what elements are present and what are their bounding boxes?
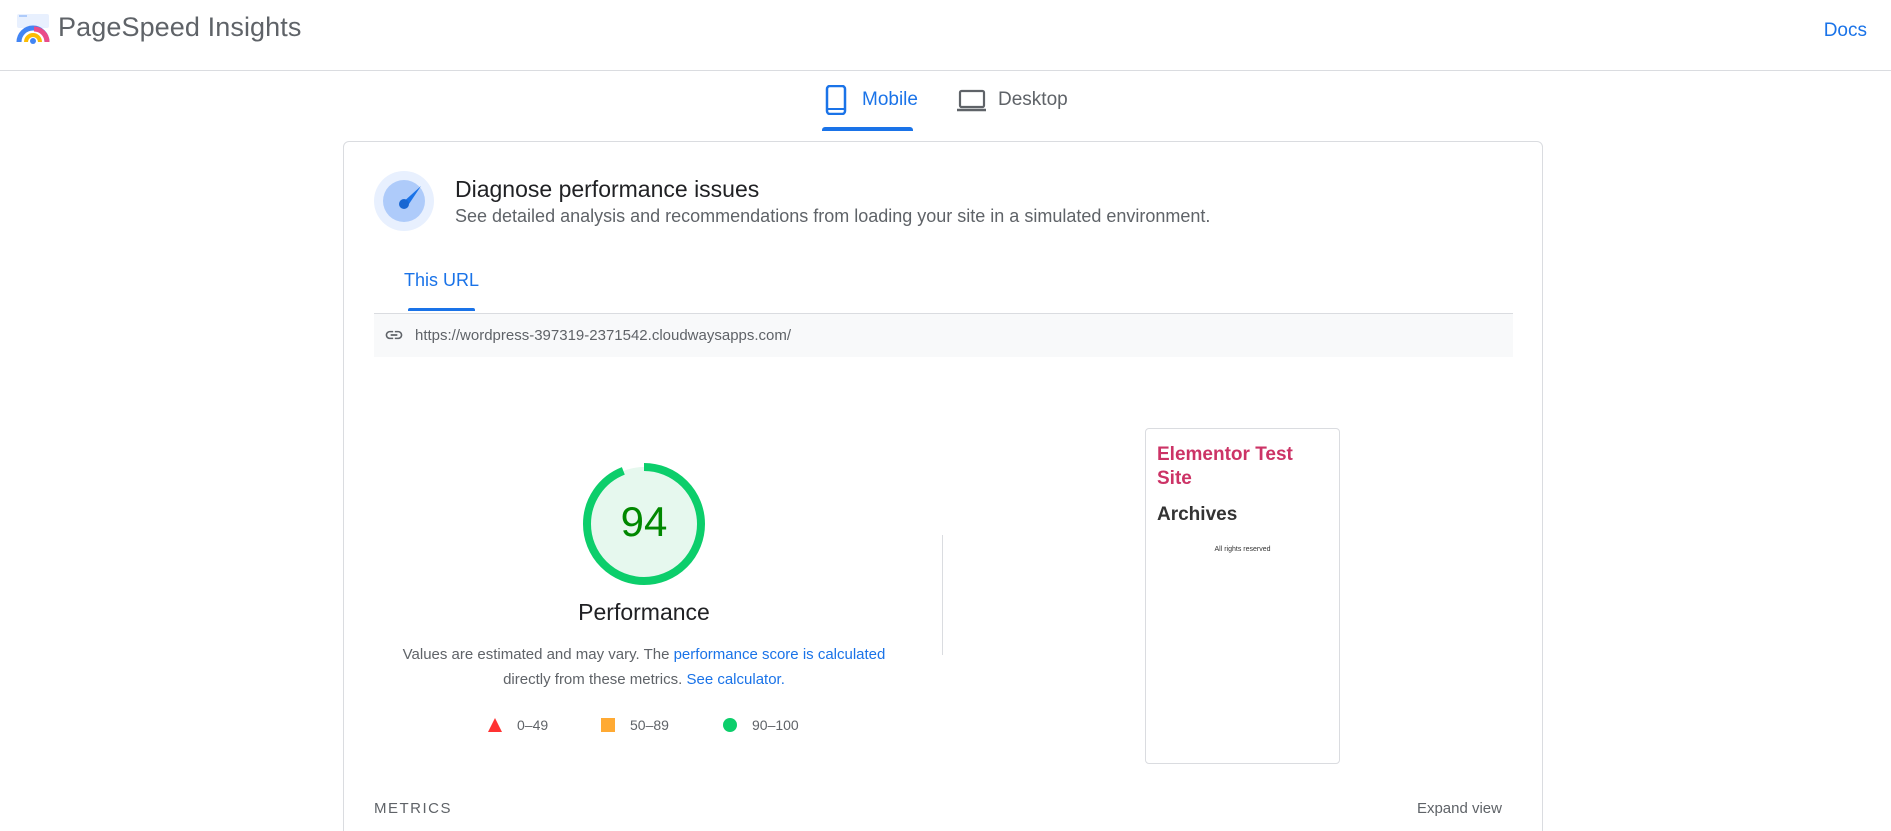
square-icon xyxy=(601,718,615,732)
analyzed-url: https://wordpress-397319-2371542.cloudwa… xyxy=(415,327,792,344)
legend-fail-range: 0–49 xyxy=(517,717,549,733)
link-icon xyxy=(385,330,403,340)
see-calculator-link[interactable]: See calculator. xyxy=(686,671,784,688)
diagnose-card: Diagnose performance issues See detailed… xyxy=(343,141,1543,831)
tab-desktop-label: Desktop xyxy=(998,89,1068,110)
performance-score: 94 xyxy=(620,498,668,545)
tab-mobile-label: Mobile xyxy=(862,89,918,110)
thumbnail-footer: All rights reserved xyxy=(1214,546,1271,553)
circle-icon xyxy=(723,718,737,732)
device-tabs: Mobile Desktop xyxy=(0,71,1891,131)
expand-view-button[interactable]: Expand view xyxy=(1417,800,1502,817)
performance-description: Values are estimated and may vary. The p… xyxy=(394,642,894,692)
thumbnail-heading: Archives xyxy=(1157,504,1238,525)
performance-desc-prefix: Values are estimated and may vary. The xyxy=(402,646,674,663)
legend-average: 50–89 xyxy=(600,715,669,735)
tab-desktop[interactable]: Desktop xyxy=(956,85,1068,131)
docs-link[interactable]: Docs xyxy=(1824,20,1867,42)
tab-selected-indicator xyxy=(822,127,913,131)
diagnose-subtitle: See detailed analysis and recommendation… xyxy=(455,206,1211,226)
metrics-section-label: METRICS xyxy=(374,800,452,817)
performance-desc-middle: directly from these metrics. xyxy=(503,671,687,688)
phone-icon xyxy=(825,85,847,115)
page-screenshot-thumbnail: Elementor Test Site Archives All rights … xyxy=(1145,428,1340,764)
app-title: PageSpeed Insights xyxy=(58,12,302,42)
vertical-divider xyxy=(942,535,943,655)
score-calculation-link[interactable]: performance score is calculated xyxy=(674,646,886,663)
legend-average-range: 50–89 xyxy=(630,717,669,733)
diagnose-title: Diagnose performance issues xyxy=(455,176,760,202)
tab-this-url-indicator xyxy=(408,308,475,311)
performance-label: Performance xyxy=(578,599,710,625)
legend-fail: 0–49 xyxy=(487,715,548,735)
legend-pass: 90–100 xyxy=(722,715,799,735)
triangle-icon xyxy=(488,718,502,732)
top-header: PageSpeed Insights Docs xyxy=(0,0,1891,71)
laptop-icon xyxy=(957,89,986,112)
analyzed-url-bar: https://wordpress-397319-2371542.cloudwa… xyxy=(374,313,1513,357)
thumbnail-site-title: Elementor Test Site xyxy=(1157,444,1293,489)
tab-mobile[interactable]: Mobile xyxy=(822,85,918,131)
speed-gauge-icon xyxy=(374,171,434,231)
pagespeed-logo-icon[interactable] xyxy=(16,12,50,46)
tab-this-url[interactable]: This URL xyxy=(404,270,479,291)
legend-pass-range: 90–100 xyxy=(752,717,799,733)
